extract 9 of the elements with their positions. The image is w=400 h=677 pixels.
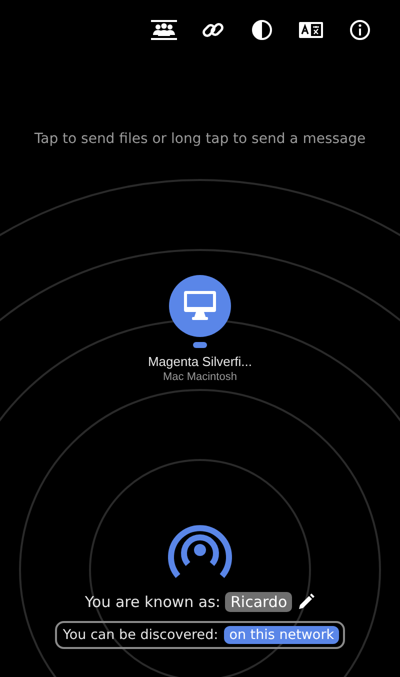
peer-device[interactable]: Magenta Silverfi... Mac Macintosh [148,275,252,383]
hint-text: Tap to send files or long tap to send a message [34,131,366,147]
status-pill [192,342,207,348]
peer-device-type: Mac Macintosh [163,371,237,383]
device-name-tag: Ricardo [225,592,292,612]
peer-name: Magenta Silverfi... [148,354,252,369]
discovery-label: You can be discovered: [62,627,218,643]
known-as-label: You are known as: [84,593,220,611]
edit-icon[interactable] [297,593,316,611]
